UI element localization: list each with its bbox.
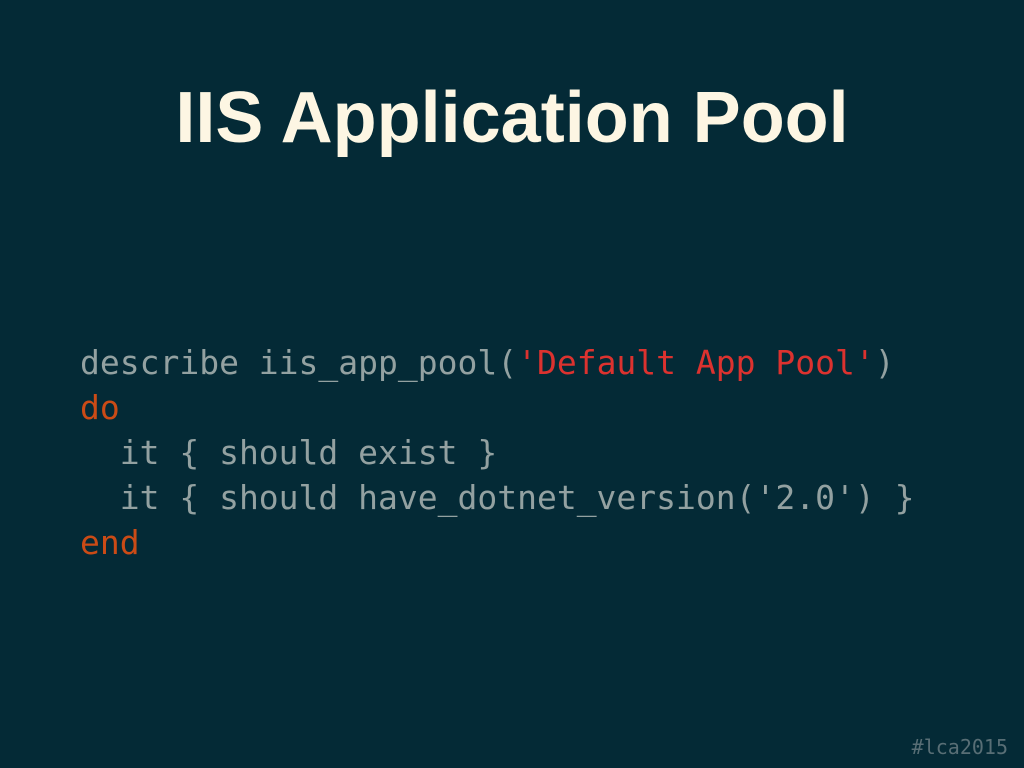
code-block: describe iis_app_pool('Default App Pool'… bbox=[80, 340, 914, 565]
slide-title: IIS Application Pool bbox=[175, 78, 849, 158]
code-line-1: describe iis_app_pool('Default App Pool'… bbox=[80, 340, 914, 385]
code-line-4: it { should have_dotnet_version('2.0') } bbox=[80, 475, 915, 520]
code-line-3: it { should exist } bbox=[80, 430, 914, 475]
code-token: it { should exist } bbox=[80, 433, 498, 472]
code-token: ) bbox=[874, 343, 895, 382]
code-line-5: end bbox=[80, 520, 914, 565]
code-line-2: do bbox=[80, 385, 914, 430]
code-token: describe iis_app_pool( bbox=[80, 343, 518, 382]
code-keyword-token: do bbox=[80, 388, 120, 427]
code-keyword-token: end bbox=[80, 523, 140, 562]
code-string-token: 'Default App Pool' bbox=[517, 343, 875, 382]
code-token: it { should have_dotnet_version('2.0') } bbox=[80, 478, 915, 517]
slide: IIS Application Pool describe iis_app_po… bbox=[0, 0, 1024, 768]
conference-hashtag: #lca2015 bbox=[911, 735, 1008, 759]
